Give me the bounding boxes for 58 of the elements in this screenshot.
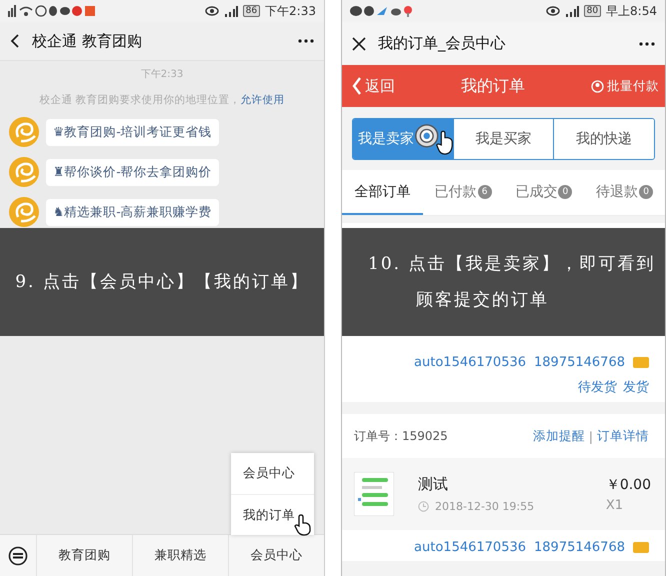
order-tab[interactable]: 已付款 6 xyxy=(422,170,504,215)
buyer-name: auto1546170536 xyxy=(414,540,526,555)
menu-item[interactable]: 我的订单 xyxy=(231,494,314,535)
status-time: 早上8:54 xyxy=(606,2,657,20)
signal-icon xyxy=(224,6,238,16)
buyer-phone: 18975146768 xyxy=(534,540,625,555)
signal-icon xyxy=(564,6,579,16)
order-tab[interactable]: 已成交 0 xyxy=(504,170,584,215)
screenshot-thumbnail xyxy=(354,472,394,516)
batch-pay-button[interactable]: 批量付款 xyxy=(591,78,659,94)
order-tab[interactable]: 待退款 0 xyxy=(584,170,665,215)
allow-link[interactable]: 允许使用 xyxy=(240,94,285,106)
product-price: ￥0.00 xyxy=(606,476,651,494)
menu-item[interactable]: 会员中心 xyxy=(231,453,314,494)
buyer-name: auto1546170536 xyxy=(414,355,526,370)
menu-tab[interactable]: 教育团购 xyxy=(36,535,132,576)
message-bubble[interactable]: ♞精选兼职-高薪兼职赚学费 xyxy=(46,198,219,226)
menu-tab[interactable]: 兼职精选 xyxy=(132,535,228,576)
caption-text: 9. 点击【会员中心】【我的订单】 xyxy=(15,271,309,294)
status-time: 下午2:33 xyxy=(265,2,316,20)
caption-line: 10. 点击【我是卖家】，即可看到 xyxy=(368,253,656,276)
eye-icon xyxy=(204,6,219,16)
product-quantity: X1 xyxy=(606,498,624,513)
order-number: 订单号：159025 xyxy=(354,428,448,444)
order-time: 2018-12-30 19:55 xyxy=(435,500,534,513)
pointer-hand-icon xyxy=(414,124,454,154)
location-notice: 校企通 教育团购要求使用你的地理位置，允许使用 xyxy=(39,93,285,107)
ship-link[interactable]: 发货 xyxy=(623,378,649,396)
logo-avatar xyxy=(9,117,39,147)
window-title: 我的订单_会员中心 xyxy=(378,34,506,53)
logo-avatar xyxy=(9,157,39,187)
close-icon[interactable] xyxy=(352,36,366,50)
eye-icon xyxy=(546,6,560,16)
order-link[interactable]: 订单详情 xyxy=(597,428,649,444)
back-icon[interactable] xyxy=(10,34,20,48)
battery-level: 86 xyxy=(242,5,260,17)
message-bubble[interactable]: ♛教育团购-培训考证更省钱 xyxy=(46,118,219,146)
clock-icon xyxy=(418,501,429,512)
chat-timestamp: 下午2:33 xyxy=(140,68,184,81)
user-circle-icon xyxy=(591,80,604,92)
caption-line: 顾客提交的订单 xyxy=(415,289,549,312)
product-name: 测试 xyxy=(418,475,449,494)
order-status: 待发货 xyxy=(578,379,617,396)
order-link[interactable]: 添加提醒 xyxy=(532,428,585,444)
battery-level: 80 xyxy=(584,5,602,17)
more-icon[interactable] xyxy=(298,39,314,43)
back-icon xyxy=(352,77,362,95)
back-button[interactable]: 返回 xyxy=(352,76,395,96)
page-title: 我的订单 xyxy=(461,76,525,96)
logo-avatar xyxy=(9,197,39,227)
more-icon[interactable] xyxy=(639,42,655,46)
link-separator: | xyxy=(588,428,593,444)
window-title: 校企通 教育团购 xyxy=(32,32,143,50)
segment-tab[interactable]: 我是卖家 xyxy=(353,119,453,159)
buyer-phone: 18975146768 xyxy=(534,355,625,370)
segment-tab[interactable]: 我的快递 xyxy=(553,119,654,159)
order-tab[interactable]: 全部订单 xyxy=(342,170,423,215)
message-bubble[interactable]: ♜帮你谈价-帮你去拿团购价 xyxy=(46,158,219,186)
